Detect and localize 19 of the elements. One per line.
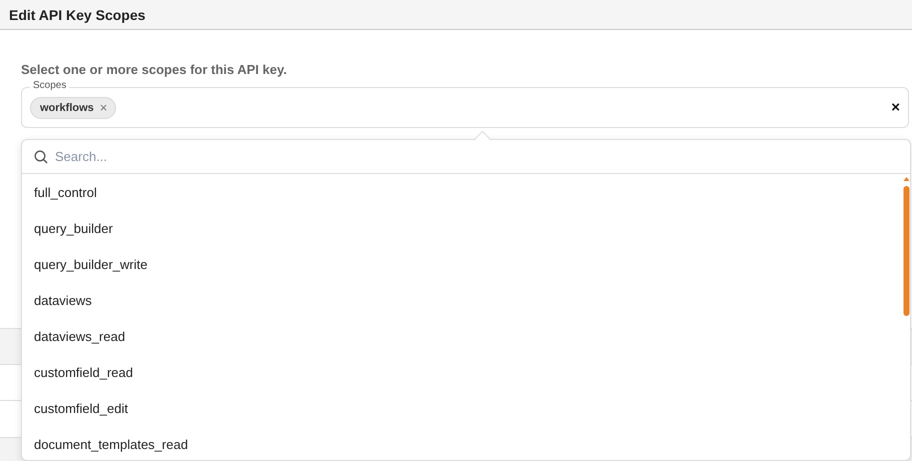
field-label: Scopes (30, 80, 70, 92)
clear-icon[interactable]: × (891, 99, 900, 116)
remove-icon[interactable]: × (100, 100, 108, 115)
search-field[interactable]: Search... (55, 149, 855, 164)
option-item[interactable]: customfield_read (22, 354, 898, 390)
option-item[interactable]: document_templates_read (22, 426, 898, 461)
option-item[interactable]: customfield_edit (22, 390, 898, 426)
dialog-title: Edit API Key Scopes (9, 6, 146, 22)
scopes-field[interactable]: Scopes workflows × × (21, 79, 909, 128)
option-item[interactable]: query_builder (22, 210, 898, 246)
chip-label: workflows (40, 102, 94, 114)
search-icon (34, 150, 48, 164)
instruction-text: Select one or more scopes for this API key. (21, 62, 288, 77)
scope-chip[interactable]: workflows × (30, 96, 116, 118)
option-item[interactable]: dataviews_read (22, 318, 898, 354)
option-item[interactable]: dataviews (22, 282, 898, 318)
option-item[interactable]: full_control (22, 174, 898, 210)
scrollbar[interactable] (903, 176, 910, 316)
option-item[interactable]: query_builder_write (22, 246, 898, 282)
